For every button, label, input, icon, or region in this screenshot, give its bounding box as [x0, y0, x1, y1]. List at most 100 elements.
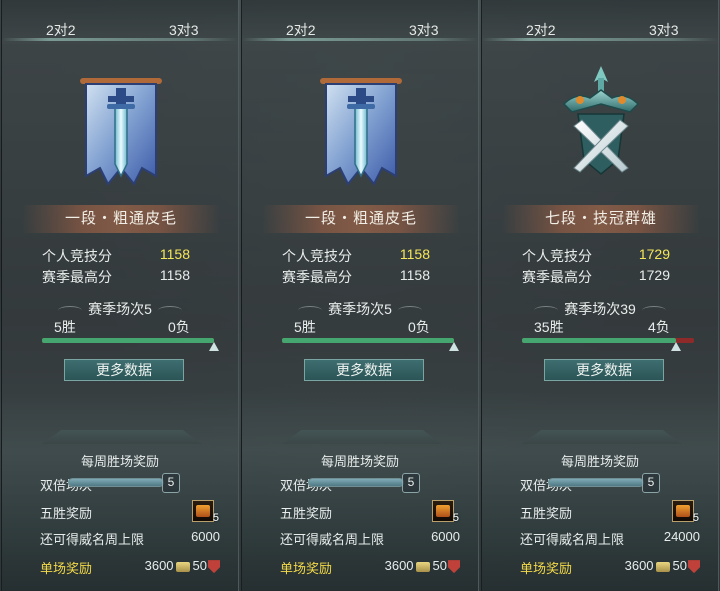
ornament-right — [641, 305, 666, 315]
coin-value: 3600 — [384, 558, 414, 573]
double-match-cap: 5 — [162, 473, 180, 493]
wins-count: 5胜 — [54, 319, 76, 335]
fame-cap-value: 6000 — [431, 529, 460, 544]
season-best-value: 1158 — [399, 267, 430, 283]
season-matches-text: 赛季场次5 — [88, 301, 152, 317]
win-loss-bar — [42, 338, 219, 351]
win-bar-fill — [282, 338, 454, 343]
weekly-reward-title: 每周胜场奖励 — [80, 454, 159, 469]
single-match-reward-row: 单场奖励 3600 50 — [520, 558, 700, 578]
arena-panel-1: 2对2 3对3 一段・粗通皮毛 个人竞技分 1158 赛季最高分 1158 赛季… — [1, 0, 239, 591]
season-best-label: 赛季最高分 — [282, 269, 352, 285]
five-win-label: 五胜奖励 — [520, 506, 573, 521]
single-match-rewards: 3600 50 — [144, 558, 220, 574]
rank-title: 七段・技冠群雄 — [502, 205, 700, 233]
tab-underline-glow — [242, 38, 478, 41]
single-match-rewards: 3600 50 — [384, 558, 460, 574]
coin-value: 3600 — [624, 558, 654, 573]
weekly-reward-title: 每周胜场奖励 — [560, 454, 639, 469]
five-win-reward-row: 五胜奖励 5 — [520, 500, 700, 524]
win-bar-fill — [522, 338, 677, 343]
tab-2v2[interactable]: 2对2 — [46, 20, 76, 40]
shield-icon — [448, 560, 460, 574]
ornament-left — [298, 305, 323, 315]
banner-sword-icon — [76, 64, 166, 194]
single-match-reward-row: 单场奖励 3600 50 — [280, 558, 460, 578]
season-best-value: 1729 — [638, 267, 670, 283]
ornament-right — [157, 305, 182, 315]
win-loss-bar — [282, 338, 459, 351]
win-bar-fill — [42, 338, 214, 343]
chest-count: 5 — [212, 512, 219, 524]
fame-cap-label: 还可得威名周上限 — [280, 532, 385, 547]
arena-panel-2: 2对2 3对3 一段・粗通皮毛 个人竞技分 1158 赛季最高分 1158 赛季… — [241, 0, 479, 591]
mode-tabs: 2对2 3对3 — [482, 0, 718, 44]
chest-count: 5 — [692, 512, 699, 524]
single-match-label: 单场奖励 — [40, 561, 93, 576]
personal-score-label: 个人竞技分 — [282, 248, 352, 264]
shield-icon — [688, 560, 700, 574]
season-matches-heading: 赛季场次5 — [2, 299, 238, 319]
season-matches-text: 赛季场次5 — [328, 301, 392, 317]
season-best-row: 赛季最高分 1729 — [522, 267, 682, 287]
coin-icon — [655, 561, 670, 572]
five-win-label: 五胜奖励 — [40, 506, 93, 521]
double-match-progress — [68, 478, 164, 487]
double-match-cap: 5 — [402, 473, 420, 493]
tab-3v3[interactable]: 3对3 — [169, 20, 199, 40]
ornament-left — [58, 305, 83, 315]
tab-3v3[interactable]: 3对3 — [649, 20, 679, 40]
shield-value: 50 — [192, 558, 207, 573]
tab-2v2[interactable]: 2对2 — [286, 20, 316, 40]
win-loss-bar — [522, 338, 694, 351]
fame-cap-row: 还可得威名周上限 24000 — [520, 529, 700, 549]
more-data-button[interactable]: 更多数据 — [304, 359, 424, 381]
personal-score-row: 个人竞技分 1729 — [522, 246, 682, 266]
chest-count: 5 — [452, 512, 459, 524]
personal-score-label: 个人竞技分 — [42, 248, 112, 264]
season-matches-text: 赛季场次39 — [564, 301, 636, 317]
season-matches-heading: 赛季场次39 — [482, 299, 718, 319]
losses-count: 0负 — [168, 319, 190, 335]
five-win-label: 五胜奖励 — [280, 506, 333, 521]
chest-body — [196, 505, 210, 517]
personal-score-label: 个人竞技分 — [522, 248, 592, 264]
season-best-label: 赛季最高分 — [42, 269, 112, 285]
personal-score-value: 1158 — [399, 246, 430, 262]
treasure-chest-icon[interactable]: 5 — [672, 500, 699, 524]
losses-count: 0负 — [408, 319, 430, 335]
mode-tabs: 2对2 3对3 — [242, 0, 478, 44]
coin-value: 3600 — [144, 558, 174, 573]
season-matches-heading: 赛季场次5 — [242, 299, 478, 319]
season-best-row: 赛季最高分 1158 — [282, 267, 442, 287]
arena-panel-3: 2对2 3对3 七段・技冠群雄 个人竞技分 1729 赛季最高分 1729 赛季… — [481, 0, 719, 591]
tab-2v2[interactable]: 2对2 — [526, 20, 556, 40]
single-match-label: 单场奖励 — [520, 561, 573, 576]
pavilion-roof — [522, 430, 682, 444]
win-ratio-marker-icon — [449, 342, 459, 351]
shield-icon — [208, 560, 220, 574]
weekly-reward-title: 每周胜场奖励 — [320, 454, 399, 469]
personal-score-row: 个人竞技分 1158 — [42, 246, 202, 266]
fame-cap-label: 还可得威名周上限 — [520, 532, 625, 547]
shield-value: 50 — [432, 558, 447, 573]
tab-3v3[interactable]: 3对3 — [409, 20, 439, 40]
fame-cap-value: 24000 — [663, 529, 700, 544]
coin-icon — [175, 561, 190, 572]
personal-score-row: 个人竞技分 1158 — [282, 246, 442, 266]
fame-cap-value: 6000 — [191, 529, 220, 544]
more-data-button[interactable]: 更多数据 — [544, 359, 664, 381]
wins-count: 5胜 — [294, 319, 316, 335]
single-match-label: 单场奖励 — [280, 561, 333, 576]
season-best-label: 赛季最高分 — [522, 269, 592, 285]
fame-cap-row: 还可得威名周上限 6000 — [280, 529, 460, 549]
fame-cap-label: 还可得威名周上限 — [40, 532, 145, 547]
treasure-chest-icon[interactable]: 5 — [192, 500, 219, 524]
rank-title: 一段・粗通皮毛 — [22, 205, 220, 233]
treasure-chest-icon[interactable]: 5 — [432, 500, 459, 524]
more-data-button[interactable]: 更多数据 — [64, 359, 184, 381]
win-ratio-marker-icon — [209, 342, 219, 351]
fame-cap-row: 还可得威名周上限 6000 — [40, 529, 220, 549]
losses-count: 4负 — [648, 319, 670, 335]
pavilion-roof — [282, 430, 442, 444]
